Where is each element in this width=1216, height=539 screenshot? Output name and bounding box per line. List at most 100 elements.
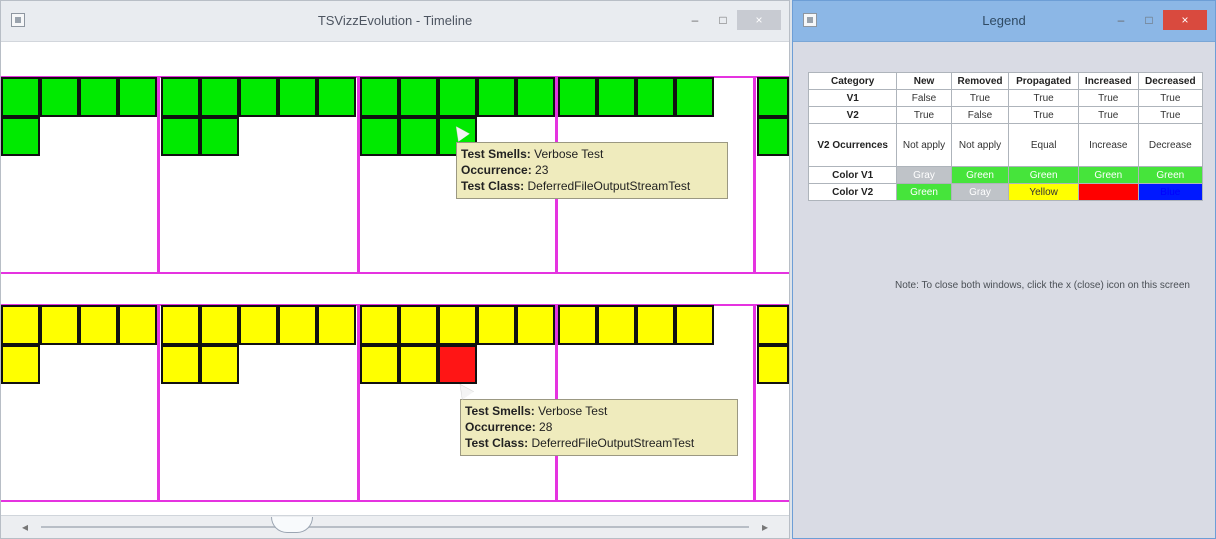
test-cell[interactable]: [636, 77, 675, 117]
test-cell[interactable]: [399, 345, 438, 384]
test-cell[interactable]: [399, 77, 438, 117]
test-cell[interactable]: [200, 345, 239, 384]
test-cell[interactable]: [200, 305, 239, 345]
scroll-track[interactable]: [41, 526, 749, 528]
test-cell[interactable]: [757, 117, 789, 156]
test-cell[interactable]: [757, 77, 789, 117]
legend-titlebar[interactable]: Legend – □ ×: [793, 1, 1215, 42]
table-cell: Green: [1008, 166, 1079, 184]
test-cell[interactable]: [360, 345, 399, 384]
test-cell[interactable]: [477, 77, 516, 117]
tooltip-occurrence-value: 23: [535, 163, 549, 177]
test-cell[interactable]: [360, 305, 399, 345]
tooltip-version-1: Test Smells: Verbose Test Occurrence: 23…: [456, 142, 728, 199]
test-cell[interactable]: [399, 117, 438, 156]
table-header-propagated: Propagated: [1008, 72, 1079, 90]
test-cell[interactable]: [597, 305, 636, 345]
table-cell: True: [1008, 89, 1079, 107]
test-cell[interactable]: [1, 345, 40, 384]
table-cell: False: [950, 106, 1010, 124]
table-cell: Color V1: [807, 166, 898, 184]
table-row: Color V2 Green Gray Yellow Red Blue: [807, 183, 1204, 201]
test-cell[interactable]: [278, 305, 317, 345]
separator-line: [157, 304, 160, 502]
timeline-window: TSVizzEvolution - Timeline – □ × Test Sm…: [0, 0, 790, 539]
test-cell[interactable]: [200, 117, 239, 156]
table-cell: Blue: [1137, 183, 1204, 201]
table-cell: True: [950, 89, 1010, 107]
test-cell[interactable]: [161, 305, 200, 345]
test-cell[interactable]: [161, 345, 200, 384]
test-cell[interactable]: [239, 305, 278, 345]
test-cell[interactable]: [597, 77, 636, 117]
separator-line: [753, 304, 756, 502]
tooltip-class-label: Test Class:: [461, 179, 525, 193]
tooltip-occurrence-label: Occurrence:: [461, 163, 532, 177]
scroll-left-icon[interactable]: ◂: [17, 520, 33, 534]
test-cell[interactable]: [79, 305, 118, 345]
maximize-button[interactable]: □: [709, 10, 737, 30]
test-cell[interactable]: [757, 305, 789, 345]
horizontal-scrollbar[interactable]: ◂ ▸: [1, 515, 789, 538]
tooltip-smells-label: Test Smells:: [465, 404, 535, 418]
test-cell[interactable]: [516, 305, 555, 345]
test-cell[interactable]: [161, 117, 200, 156]
test-cell[interactable]: [317, 305, 356, 345]
minimize-button[interactable]: –: [1107, 10, 1135, 30]
test-cell[interactable]: [161, 77, 200, 117]
test-cell[interactable]: [118, 305, 157, 345]
table-header-category: Category: [807, 72, 898, 90]
test-cell[interactable]: [558, 77, 597, 117]
test-cell[interactable]: [40, 77, 79, 117]
test-cell[interactable]: [757, 345, 789, 384]
test-cell[interactable]: [477, 305, 516, 345]
table-cell: True: [1077, 89, 1139, 107]
test-cell[interactable]: [558, 305, 597, 345]
test-cell[interactable]: [1, 77, 40, 117]
table-cell: Green: [896, 183, 952, 201]
table-cell: Equal: [1008, 123, 1079, 167]
table-header-new: New: [896, 72, 952, 90]
test-cell[interactable]: [317, 77, 356, 117]
test-cell[interactable]: [675, 305, 714, 345]
table-header-increased: Increased: [1077, 72, 1139, 90]
table-cell: V2 Ocurrences: [807, 123, 898, 167]
test-cell[interactable]: [438, 345, 477, 384]
test-cell[interactable]: [360, 77, 399, 117]
table-cell: Decrease: [1137, 123, 1204, 167]
close-button[interactable]: ×: [737, 10, 781, 30]
test-cell[interactable]: [516, 77, 555, 117]
test-cell[interactable]: [675, 77, 714, 117]
test-cell[interactable]: [79, 77, 118, 117]
close-button[interactable]: ×: [1163, 10, 1207, 30]
minimize-button[interactable]: –: [681, 10, 709, 30]
table-row: V2 True False True True True: [807, 106, 1204, 124]
test-cell[interactable]: [438, 77, 477, 117]
tooltip-occurrence-label: Occurrence:: [465, 420, 536, 434]
test-cell[interactable]: [636, 305, 675, 345]
test-cell[interactable]: [360, 117, 399, 156]
test-cell[interactable]: [278, 77, 317, 117]
maximize-button[interactable]: □: [1135, 10, 1163, 30]
table-cell: Gray: [896, 166, 952, 184]
table-header-row: Category New Removed Propagated Increase…: [807, 72, 1204, 90]
table-cell: True: [1137, 106, 1204, 124]
test-cell[interactable]: [438, 305, 477, 345]
table-header-decreased: Decreased: [1137, 72, 1204, 90]
test-cell[interactable]: [200, 77, 239, 117]
scroll-thumb[interactable]: [271, 517, 313, 533]
table-row: V1 False True True True True: [807, 89, 1204, 107]
tooltip-smells-value: Verbose Test: [534, 147, 604, 161]
tooltip-class-label: Test Class:: [465, 436, 529, 450]
scroll-right-icon[interactable]: ▸: [757, 520, 773, 534]
test-cell[interactable]: [239, 77, 278, 117]
test-cell[interactable]: [40, 305, 79, 345]
table-cell: Gray: [950, 183, 1010, 201]
test-cell[interactable]: [1, 117, 40, 156]
test-cell[interactable]: [118, 77, 157, 117]
test-cell[interactable]: [399, 305, 438, 345]
test-cell[interactable]: [1, 305, 40, 345]
timeline-titlebar[interactable]: TSVizzEvolution - Timeline – □ ×: [1, 1, 789, 42]
table-cell: Increase: [1077, 123, 1139, 167]
table-row: Color V1 Gray Green Green Green Green: [807, 166, 1204, 184]
